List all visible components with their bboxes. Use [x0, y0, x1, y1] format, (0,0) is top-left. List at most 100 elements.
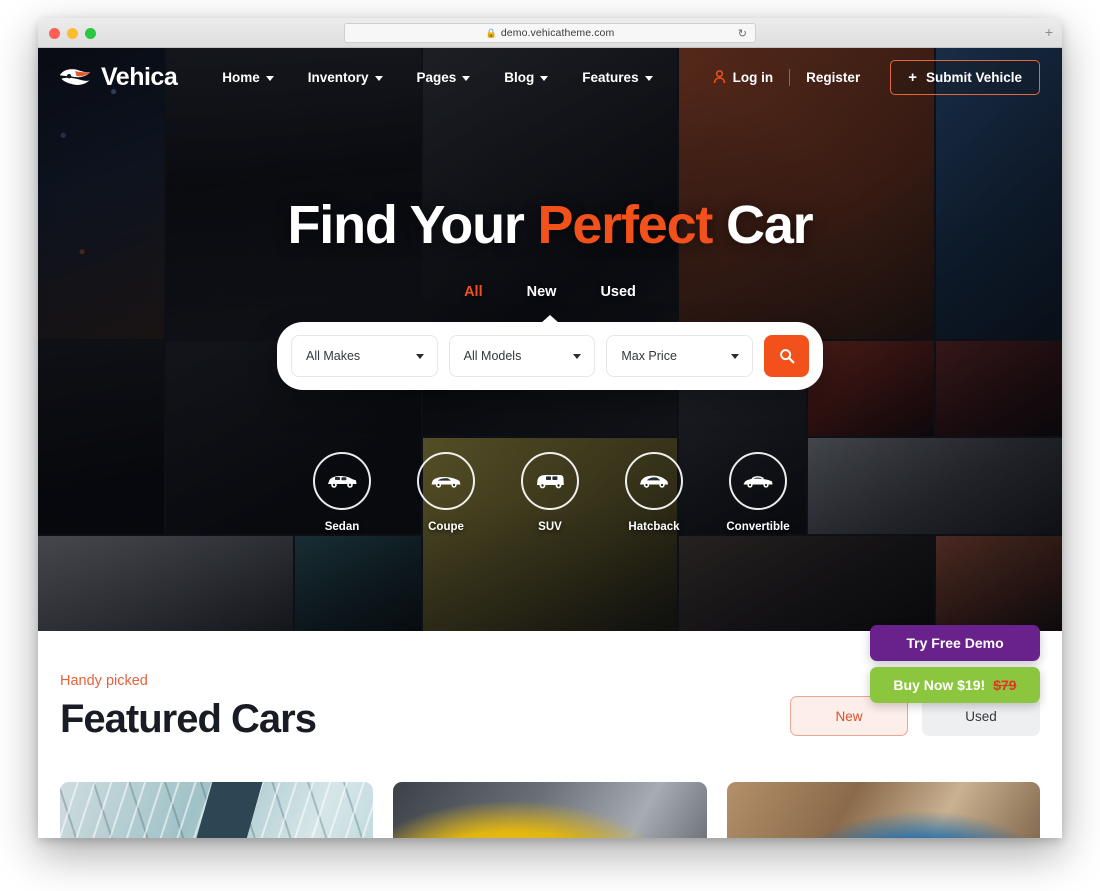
- buy-now-button[interactable]: Buy Now $19! $79: [870, 667, 1040, 703]
- body-type-label: Hatcback: [628, 521, 680, 533]
- vehica-swoosh-icon: [59, 69, 91, 85]
- body-type-circle: [313, 452, 371, 510]
- window-controls[interactable]: [49, 28, 96, 39]
- close-window-button[interactable]: [49, 28, 60, 39]
- old-price-label: $79: [993, 677, 1017, 693]
- chevron-down-icon: [374, 75, 383, 81]
- submit-vehicle-label: Submit Vehicle: [925, 69, 1022, 85]
- chevron-down-icon: [644, 75, 653, 81]
- body-type-convertible[interactable]: Convertible: [725, 452, 791, 533]
- makes-select[interactable]: All Makes: [291, 335, 438, 377]
- nav-item-pages[interactable]: Pages: [400, 70, 488, 85]
- body-type-label: Sedan: [324, 521, 360, 533]
- hero-title-part2: Car: [712, 195, 814, 255]
- hero-condition-tabs: All New Used: [38, 284, 1062, 300]
- chevron-down-icon: [573, 354, 582, 359]
- user-icon: [713, 70, 725, 84]
- hero-tab-used[interactable]: Used: [600, 284, 635, 300]
- nav-item-label: Features: [582, 69, 639, 85]
- chevron-down-icon: [265, 75, 274, 81]
- body-type-label: Coupe: [428, 521, 464, 533]
- hero-title-part1: Find Your: [287, 195, 538, 255]
- lock-icon: 🔒: [485, 27, 497, 38]
- card-image: [393, 782, 707, 838]
- address-bar[interactable]: 🔒 demo.vehicatheme.com ↻: [344, 23, 756, 43]
- promo-banner-group: Try Free Demo Buy Now $19! $79: [870, 625, 1040, 703]
- card-image: [726, 782, 1040, 838]
- chevron-down-icon: [731, 354, 740, 359]
- chevron-down-icon: [415, 354, 424, 359]
- featured-eyebrow: Handy picked: [60, 673, 148, 689]
- models-select-value: All Models: [463, 349, 522, 363]
- chevron-down-icon: [540, 75, 549, 81]
- featured-card[interactable]: [393, 782, 707, 838]
- nav-item-label: Home: [222, 69, 260, 85]
- search-wrapper: All Makes All Models Max Price: [277, 322, 823, 390]
- browser-chrome: 🔒 demo.vehicatheme.com ↻ +: [38, 18, 1062, 48]
- body-type-circle: [729, 452, 787, 510]
- featured-card[interactable]: [726, 782, 1040, 838]
- register-link[interactable]: Register: [790, 70, 876, 85]
- search-button[interactable]: [764, 335, 810, 377]
- hero-section: Vehica Home Inventory Pages Blog Feature…: [38, 48, 1062, 631]
- hero-content: Find Your Perfect Car All New Used All M…: [38, 194, 1062, 390]
- main-navigation: Vehica Home Inventory Pages Blog Feature…: [38, 48, 1062, 106]
- nav-item-home[interactable]: Home: [205, 70, 291, 85]
- price-select[interactable]: Max Price: [606, 335, 754, 377]
- card-image: [60, 782, 374, 838]
- nav-item-blog[interactable]: Blog: [487, 70, 565, 85]
- nav-item-inventory[interactable]: Inventory: [291, 70, 400, 85]
- maximize-window-button[interactable]: [85, 28, 96, 39]
- new-tab-button[interactable]: +: [1045, 25, 1053, 39]
- body-type-coupe[interactable]: Coupe: [413, 452, 479, 533]
- body-type-list: Sedan Coupe SUV Hatcback Convertible: [38, 452, 1062, 533]
- nav-item-features[interactable]: Features: [565, 70, 669, 85]
- hatchback-icon: [640, 475, 668, 488]
- url-text: demo.vehicatheme.com: [500, 27, 615, 39]
- brand-name: Vehica: [101, 62, 178, 91]
- chevron-down-icon: [462, 75, 471, 81]
- models-select[interactable]: All Models: [448, 335, 596, 377]
- coupe-icon: [431, 477, 461, 488]
- featured-card[interactable]: [60, 782, 374, 838]
- suv-icon: [537, 475, 564, 489]
- nav-links: Home Inventory Pages Blog Features: [205, 70, 669, 85]
- search-icon: [779, 349, 795, 364]
- nav-item-label: Blog: [504, 69, 535, 85]
- page-title: Featured Cars: [60, 697, 317, 741]
- price-select-value: Max Price: [621, 349, 677, 363]
- register-label: Register: [806, 69, 861, 85]
- featured-cards-row: [60, 782, 1040, 838]
- body-type-label: SUV: [538, 521, 562, 533]
- sedan-icon: [328, 476, 357, 488]
- body-type-hatchback[interactable]: Hatcback: [621, 452, 687, 533]
- featured-cars-section: Handy picked Featured Cars New Used Try …: [38, 625, 1062, 838]
- try-free-demo-button[interactable]: Try Free Demo: [870, 625, 1040, 661]
- plus-icon: +: [908, 68, 917, 86]
- minimize-window-button[interactable]: [67, 28, 78, 39]
- page-viewport: Vehica Home Inventory Pages Blog Feature…: [38, 48, 1062, 838]
- body-type-circle: [521, 452, 579, 510]
- hero-title-accent: Perfect: [537, 195, 714, 255]
- hero-title: Find Your Perfect Car: [38, 194, 1062, 256]
- body-type-suv[interactable]: SUV: [517, 452, 583, 533]
- browser-window: 🔒 demo.vehicatheme.com ↻ + Vehica Home I…: [38, 18, 1062, 838]
- login-label: Log in: [732, 69, 774, 85]
- nav-item-label: Inventory: [307, 69, 369, 85]
- reload-icon[interactable]: ↻: [738, 27, 747, 40]
- nav-auth-group: Log in Register + Submit Vehicle: [697, 59, 1040, 95]
- makes-select-value: All Makes: [306, 349, 361, 363]
- search-panel: All Makes All Models Max Price: [277, 322, 823, 390]
- buy-now-label: Buy Now $19!: [893, 677, 986, 693]
- body-type-label: Convertible: [726, 521, 790, 533]
- hero-tab-all[interactable]: All: [464, 284, 483, 300]
- body-type-circle: [417, 452, 475, 510]
- body-type-sedan[interactable]: Sedan: [309, 452, 375, 533]
- submit-vehicle-button[interactable]: + Submit Vehicle: [890, 59, 1040, 95]
- hero-tab-new[interactable]: New: [527, 284, 557, 300]
- body-type-circle: [625, 452, 683, 510]
- featured-heading-group: Handy picked Featured Cars: [60, 673, 317, 742]
- login-link[interactable]: Log in: [697, 70, 790, 85]
- nav-item-label: Pages: [416, 69, 457, 85]
- brand-logo[interactable]: Vehica: [58, 62, 178, 92]
